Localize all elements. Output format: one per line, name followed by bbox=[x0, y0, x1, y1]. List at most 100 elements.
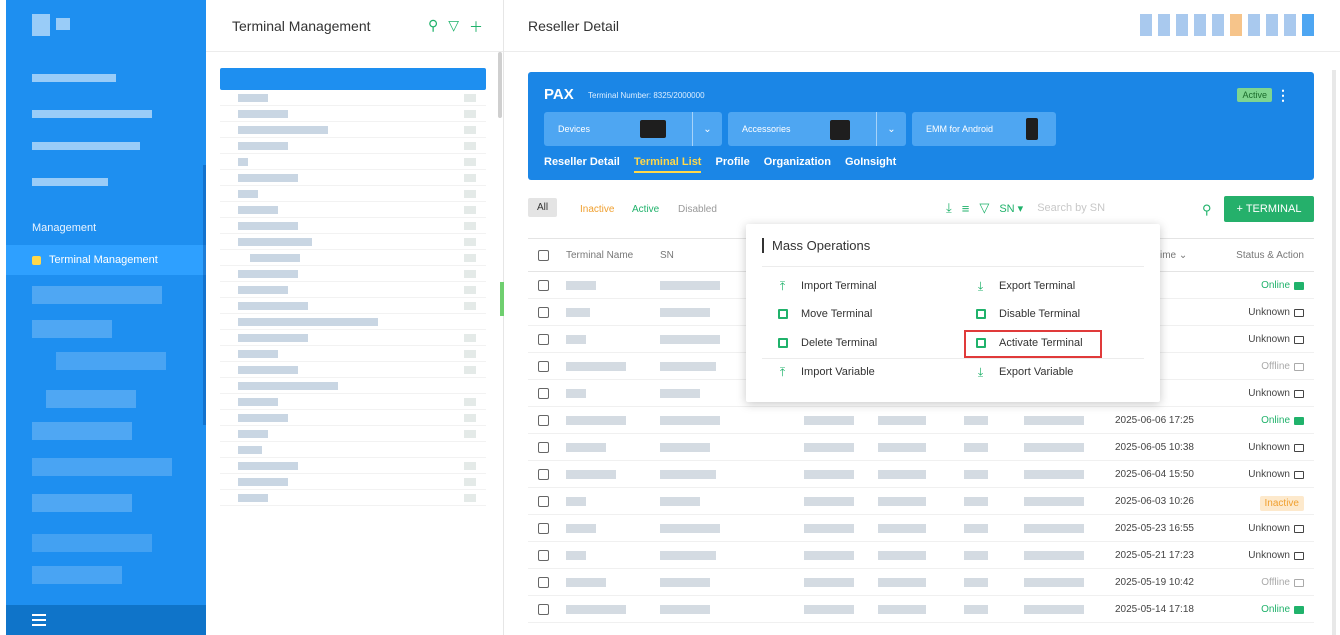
add-terminal-button[interactable]: + TERMINAL bbox=[1224, 196, 1314, 222]
monitor-icon[interactable] bbox=[1294, 470, 1304, 479]
terminal-panel-scrollbar[interactable] bbox=[498, 52, 502, 118]
table-row[interactable]: 2025-06-03 10:26 Inactive bbox=[528, 488, 1314, 515]
tree-item[interactable] bbox=[220, 490, 486, 506]
status-cell[interactable]: Inactive bbox=[1259, 496, 1304, 511]
sidebar-item-blur[interactable] bbox=[32, 320, 112, 338]
emm-chip[interactable]: EMM for Android bbox=[912, 112, 1056, 146]
tab-goinsight[interactable]: GoInsight bbox=[845, 156, 896, 173]
status-cell[interactable]: Unknown bbox=[1248, 469, 1304, 480]
tree-item[interactable] bbox=[220, 90, 486, 106]
delete-terminal-option[interactable]: Delete Terminal bbox=[776, 333, 877, 353]
table-row[interactable]: 2025-05-21 17:23 Unknown bbox=[528, 542, 1314, 569]
tree-item[interactable] bbox=[220, 330, 486, 346]
tree-item[interactable] bbox=[220, 282, 486, 298]
import-variable-option[interactable]: ⤒ Import Variable bbox=[776, 362, 875, 382]
export-variable-option[interactable]: ⤓ Export Variable bbox=[974, 362, 1074, 382]
sidebar-item-blur[interactable] bbox=[46, 390, 136, 408]
tree-item[interactable] bbox=[220, 250, 486, 266]
disable-terminal-option[interactable]: Disable Terminal bbox=[974, 304, 1080, 324]
table-row[interactable]: 2025-06-05 10:38 Unknown bbox=[528, 434, 1314, 461]
row-checkbox[interactable] bbox=[538, 388, 549, 399]
table-row[interactable]: 2025-05-23 16:55 Unknown bbox=[528, 515, 1314, 542]
row-checkbox[interactable] bbox=[538, 415, 549, 426]
tree-item[interactable] bbox=[220, 122, 486, 138]
sidebar-item-blur[interactable] bbox=[32, 178, 108, 186]
filter-all[interactable]: All bbox=[528, 198, 558, 217]
tree-item[interactable] bbox=[220, 266, 486, 282]
column-terminal-name[interactable]: Terminal Name bbox=[566, 250, 633, 261]
filter-active[interactable]: Active bbox=[632, 204, 659, 215]
status-cell[interactable]: Online bbox=[1261, 415, 1304, 426]
tab-reseller-detail[interactable]: Reseller Detail bbox=[544, 156, 620, 173]
filter-inactive[interactable]: Inactive bbox=[580, 204, 614, 215]
tree-item[interactable] bbox=[220, 474, 486, 490]
sidebar-item-blur[interactable] bbox=[56, 352, 166, 370]
row-checkbox[interactable] bbox=[538, 550, 549, 561]
tab-terminal-list[interactable]: Terminal List bbox=[633, 156, 702, 173]
status-cell[interactable]: Unknown bbox=[1248, 307, 1304, 318]
chevron-down-icon[interactable]: ⌄ bbox=[876, 112, 906, 146]
status-cell[interactable]: Unknown bbox=[1248, 334, 1304, 345]
search-input[interactable]: Search by SN bbox=[1037, 202, 1105, 214]
table-row[interactable]: 2025-06-04 15:50 Unknown bbox=[528, 461, 1314, 488]
tree-item[interactable] bbox=[220, 170, 486, 186]
sn-select[interactable]: SN ▾ bbox=[999, 202, 1023, 215]
sidebar-item-blur[interactable] bbox=[32, 566, 122, 584]
row-checkbox[interactable] bbox=[538, 523, 549, 534]
sidebar-item-blur[interactable] bbox=[32, 74, 116, 82]
tab-organization[interactable]: Organization bbox=[764, 156, 831, 173]
sidebar-item-terminal-management[interactable]: Terminal Management bbox=[6, 245, 206, 275]
filter-icon[interactable]: ▽ bbox=[448, 17, 459, 37]
table-row[interactable]: 2025-05-19 10:42 Offline bbox=[528, 569, 1314, 596]
monitor-icon[interactable] bbox=[1294, 335, 1304, 344]
tree-item[interactable] bbox=[220, 394, 486, 410]
row-checkbox[interactable] bbox=[538, 307, 549, 318]
export-terminal-option[interactable]: ⤓ Export Terminal bbox=[974, 276, 1075, 296]
row-checkbox[interactable] bbox=[538, 577, 549, 588]
mass-operation-icon[interactable]: ⤓ bbox=[946, 200, 952, 216]
select-all-checkbox[interactable] bbox=[538, 250, 549, 261]
status-cell[interactable]: Unknown bbox=[1248, 442, 1304, 453]
column-time[interactable]: ime ⌄ bbox=[1160, 250, 1187, 261]
tree-item-selected[interactable] bbox=[220, 68, 486, 90]
sidebar-item-blur[interactable] bbox=[32, 110, 152, 118]
tree-item[interactable] bbox=[220, 202, 486, 218]
row-checkbox[interactable] bbox=[538, 442, 549, 453]
menu-icon[interactable] bbox=[32, 614, 46, 629]
filter-icon[interactable]: ▽ bbox=[979, 200, 989, 216]
tree-item[interactable] bbox=[220, 458, 486, 474]
list-icon[interactable]: ≡ bbox=[962, 201, 970, 216]
sidebar-item-blur[interactable] bbox=[32, 286, 162, 304]
tree-item[interactable] bbox=[220, 298, 486, 314]
status-cell[interactable]: Offline bbox=[1261, 361, 1304, 372]
accessories-chip[interactable]: Accessories ⌄ bbox=[728, 112, 906, 146]
tree-item[interactable] bbox=[220, 154, 486, 170]
monitor-icon[interactable] bbox=[1294, 308, 1304, 317]
status-cell[interactable]: Online bbox=[1261, 604, 1304, 615]
tree-item[interactable] bbox=[220, 218, 486, 234]
monitor-icon[interactable] bbox=[1294, 605, 1304, 614]
sidebar-item-blur[interactable] bbox=[32, 494, 132, 512]
status-cell[interactable]: Online bbox=[1261, 280, 1304, 291]
row-checkbox[interactable] bbox=[538, 496, 549, 507]
status-cell[interactable]: Unknown bbox=[1248, 523, 1304, 534]
header-user-area[interactable] bbox=[1140, 14, 1314, 36]
tab-profile[interactable]: Profile bbox=[715, 156, 749, 173]
monitor-icon[interactable] bbox=[1294, 416, 1304, 425]
more-icon[interactable]: ⋮ bbox=[1276, 87, 1290, 104]
monitor-icon[interactable] bbox=[1294, 551, 1304, 560]
tree-item[interactable] bbox=[220, 378, 486, 394]
monitor-icon[interactable] bbox=[1294, 362, 1304, 371]
status-cell[interactable]: Offline bbox=[1261, 577, 1304, 588]
chevron-down-icon[interactable]: ⌄ bbox=[692, 112, 722, 146]
status-cell[interactable]: Unknown bbox=[1248, 550, 1304, 561]
row-checkbox[interactable] bbox=[538, 334, 549, 345]
row-checkbox[interactable] bbox=[538, 469, 549, 480]
tree-item[interactable] bbox=[220, 362, 486, 378]
tree-item[interactable] bbox=[220, 442, 486, 458]
tree-item[interactable] bbox=[220, 234, 486, 250]
import-terminal-option[interactable]: ⤒ Import Terminal bbox=[776, 276, 877, 296]
monitor-icon[interactable] bbox=[1294, 389, 1304, 398]
sidebar-item-blur[interactable] bbox=[32, 422, 132, 440]
sidebar-item-blur[interactable] bbox=[32, 534, 152, 552]
